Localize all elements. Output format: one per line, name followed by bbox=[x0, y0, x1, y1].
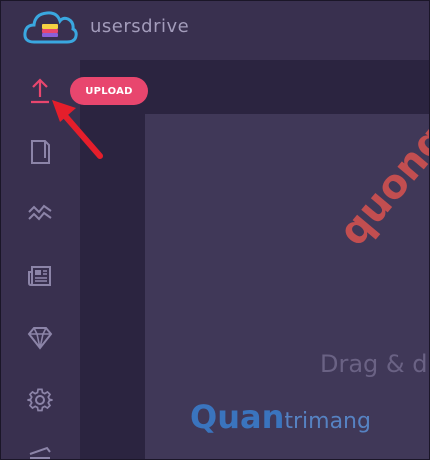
cloud-logo-icon[interactable] bbox=[22, 8, 78, 48]
newspaper-icon bbox=[28, 266, 51, 286]
watermark-bottom-bold: Quan bbox=[190, 398, 285, 436]
gear-icon bbox=[27, 388, 53, 412]
sidebar-item-folders[interactable] bbox=[24, 440, 56, 460]
top-bar: usersdrive bbox=[0, 0, 430, 60]
folder-icon bbox=[29, 446, 51, 459]
watermark-bottom-rest: trimang bbox=[284, 409, 371, 434]
sidebar-item-settings[interactable] bbox=[24, 384, 56, 416]
file-icon bbox=[31, 140, 50, 164]
chart-icon bbox=[28, 204, 52, 221]
sidebar-item-premium[interactable] bbox=[24, 322, 56, 354]
diamond-icon bbox=[27, 327, 53, 350]
brand-name: usersdrive bbox=[90, 16, 190, 37]
sidebar-item-news[interactable] bbox=[24, 260, 56, 292]
sidebar-item-stats[interactable] bbox=[24, 198, 56, 230]
drop-zone-text: Drag & d bbox=[320, 350, 428, 378]
upload-icon bbox=[31, 78, 49, 104]
watermark-bottom: Quantrimang bbox=[190, 398, 371, 436]
red-arrow-annotation bbox=[52, 100, 103, 159]
